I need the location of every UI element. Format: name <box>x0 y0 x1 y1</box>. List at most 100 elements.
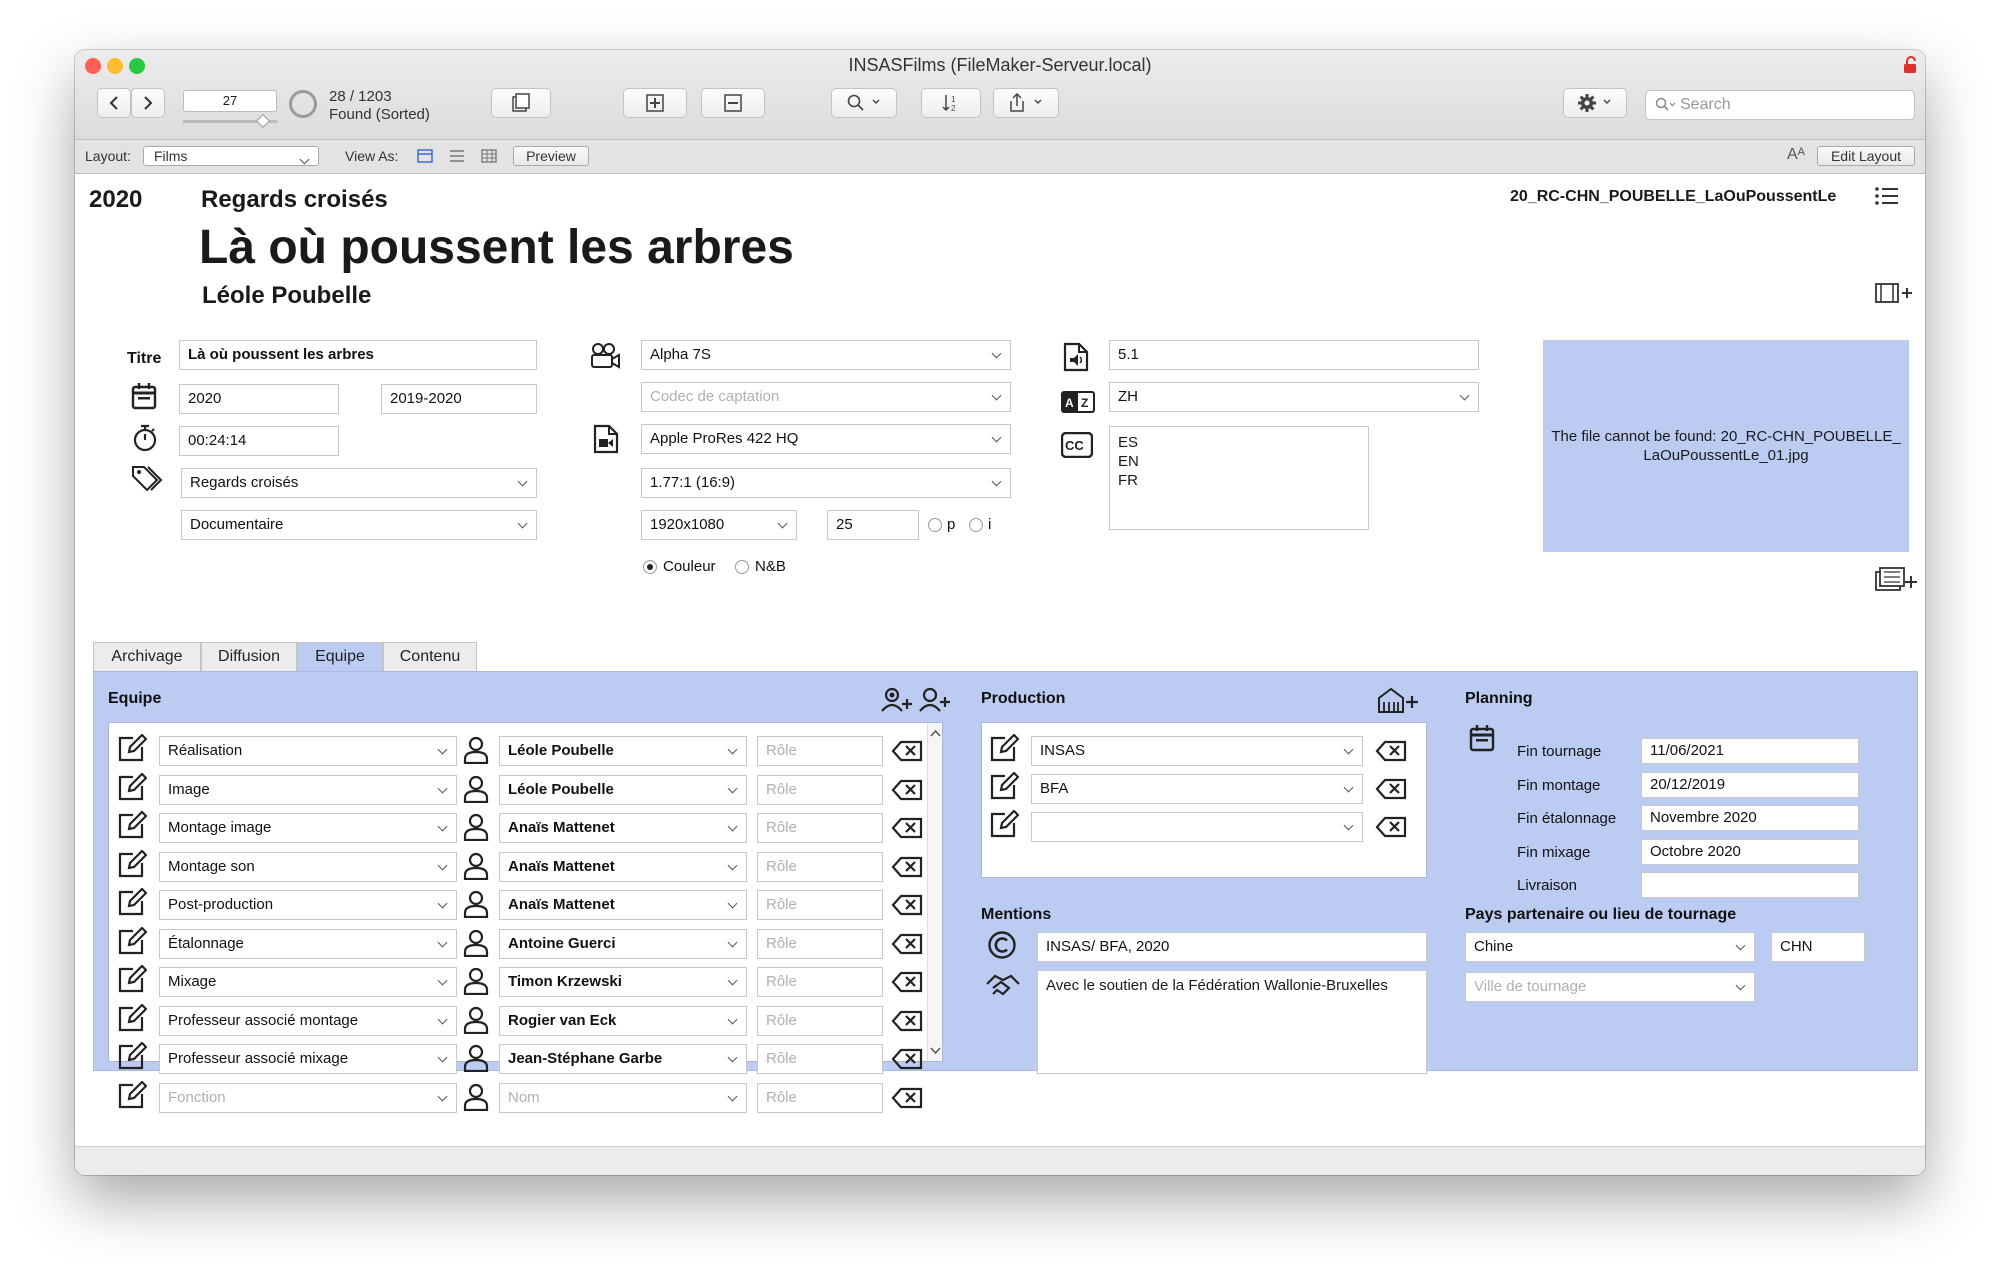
copyright-field[interactable]: INSAS/ BFA, 2020 <box>1037 932 1427 962</box>
role-field[interactable]: Rôle <box>757 929 883 959</box>
nom-select[interactable]: Rogier van Eck <box>499 1006 747 1036</box>
tab-equipe[interactable]: Equipe <box>297 642 383 672</box>
country-select[interactable]: Chine <box>1465 932 1755 962</box>
edit-layout-button[interactable]: Edit Layout <box>1817 146 1915 166</box>
planning-date-field[interactable] <box>1641 872 1859 898</box>
fonction-select[interactable]: Montage image <box>159 813 457 843</box>
delete-row-icon[interactable] <box>891 1087 923 1114</box>
nom-select[interactable]: Jean-Stéphane Garbe <box>499 1044 747 1074</box>
scan-progressive-radio[interactable] <box>928 518 942 532</box>
delete-row-icon[interactable] <box>891 740 923 767</box>
view-form-icon[interactable] <box>417 149 433 166</box>
nom-select[interactable]: Antoine Guerci <box>499 929 747 959</box>
nom-select[interactable]: Anaïs Mattenet <box>499 890 747 920</box>
role-field[interactable]: Rôle <box>757 813 883 843</box>
tab-contenu[interactable]: Contenu <box>383 642 477 672</box>
scroll-down-icon[interactable] <box>928 1043 943 1057</box>
codec-select[interactable]: Apple ProRes 422 HQ <box>641 424 1011 454</box>
color-radio[interactable] <box>643 560 657 574</box>
production-company-select[interactable]: BFA <box>1031 774 1363 804</box>
delete-row-icon[interactable] <box>891 1048 923 1075</box>
nom-select[interactable]: Léole Poubelle <box>499 736 747 766</box>
layout-select[interactable]: Films <box>143 146 319 166</box>
role-field[interactable]: Rôle <box>757 890 883 920</box>
production-company-select[interactable] <box>1031 812 1363 842</box>
lock-icon[interactable] <box>1903 56 1919 74</box>
edit-icon[interactable] <box>117 964 148 998</box>
delete-row-icon[interactable] <box>891 779 923 806</box>
poster-container[interactable]: The file cannot be found: 20_RC-CHN_POUB… <box>1543 340 1909 552</box>
next-record-button[interactable] <box>131 88 165 118</box>
share-button[interactable] <box>993 88 1059 118</box>
edit-icon[interactable] <box>117 1041 148 1075</box>
new-record-button[interactable] <box>623 88 687 118</box>
language-select[interactable]: ZH <box>1109 382 1479 412</box>
list-menu-icon[interactable] <box>1875 186 1899 211</box>
fps-field[interactable]: 25 <box>827 510 919 540</box>
shooting-city-select[interactable]: Ville de tournage <box>1465 972 1755 1002</box>
ratio-select[interactable]: 1.77:1 (16:9) <box>641 468 1011 498</box>
role-field[interactable]: Rôle <box>757 1006 883 1036</box>
delete-row-icon[interactable] <box>891 856 923 883</box>
titre-field[interactable]: Là où poussent les arbres <box>179 340 537 370</box>
view-table-icon[interactable] <box>481 149 497 166</box>
search-input[interactable]: Search <box>1645 90 1915 120</box>
scan-interlaced-radio[interactable] <box>969 518 983 532</box>
fonction-select[interactable]: Fonction <box>159 1083 457 1113</box>
fonction-select[interactable]: Mixage <box>159 967 457 997</box>
delete-row-icon[interactable] <box>1375 816 1407 843</box>
fonction-select[interactable]: Réalisation <box>159 736 457 766</box>
delete-row-icon[interactable] <box>891 1010 923 1037</box>
edit-icon[interactable] <box>117 810 148 844</box>
edit-icon[interactable] <box>117 1080 148 1114</box>
tab-diffusion[interactable]: Diffusion <box>201 642 297 672</box>
edit-icon[interactable] <box>989 809 1020 843</box>
find-button[interactable] <box>831 88 897 118</box>
fonction-select[interactable]: Professeur associé montage <box>159 1006 457 1036</box>
subtitles-list[interactable]: ES EN FR <box>1109 426 1369 530</box>
genre-select[interactable]: Documentaire <box>181 510 537 540</box>
fonction-select[interactable]: Image <box>159 775 457 805</box>
year-field[interactable]: 2020 <box>179 384 339 414</box>
record-number-field[interactable]: 27 <box>183 90 277 112</box>
delete-row-icon[interactable] <box>891 933 923 960</box>
production-company-select[interactable]: INSAS <box>1031 736 1363 766</box>
add-crew-member-icon[interactable] <box>919 687 951 718</box>
role-field[interactable]: Rôle <box>757 852 883 882</box>
support-textarea[interactable]: Avec le soutien de la Fédération Walloni… <box>1037 970 1427 1074</box>
audio-field[interactable]: 5.1 <box>1109 340 1479 370</box>
add-production-company-icon[interactable] <box>1377 686 1421 719</box>
fonction-select[interactable]: Étalonnage <box>159 929 457 959</box>
text-size-icon[interactable]: Aᴬ <box>1787 146 1805 164</box>
edit-icon[interactable] <box>989 733 1020 767</box>
delete-row-icon[interactable] <box>1375 740 1407 767</box>
nom-select[interactable]: Timon Krzewski <box>499 967 747 997</box>
edit-icon[interactable] <box>117 772 148 806</box>
equipe-scrollbar[interactable] <box>927 723 942 1061</box>
bw-radio[interactable] <box>735 560 749 574</box>
country-code-field[interactable]: CHN <box>1771 932 1865 962</box>
planning-date-field[interactable]: Novembre 2020 <box>1641 805 1859 831</box>
edit-icon[interactable] <box>989 771 1020 805</box>
edit-icon[interactable] <box>117 1003 148 1037</box>
delete-record-button[interactable] <box>701 88 765 118</box>
edit-icon[interactable] <box>117 849 148 883</box>
add-media-icon[interactable] <box>1875 566 1919 601</box>
add-film-strip-icon[interactable] <box>1875 282 1915 309</box>
role-field[interactable]: Rôle <box>757 736 883 766</box>
planning-date-field[interactable]: Octobre 2020 <box>1641 839 1859 865</box>
fonction-select[interactable]: Professeur associé mixage <box>159 1044 457 1074</box>
role-field[interactable]: Rôle <box>757 1044 883 1074</box>
nom-select[interactable]: Anaïs Mattenet <box>499 813 747 843</box>
edit-icon[interactable] <box>117 926 148 960</box>
edit-icon[interactable] <box>117 887 148 921</box>
nom-select[interactable]: Anaïs Mattenet <box>499 852 747 882</box>
view-list-icon[interactable] <box>449 149 465 166</box>
delete-row-icon[interactable] <box>891 894 923 921</box>
season-field[interactable]: 2019-2020 <box>381 384 537 414</box>
record-slider-thumb[interactable] <box>255 113 271 129</box>
duration-field[interactable]: 00:24:14 <box>179 426 339 456</box>
camera-select[interactable]: Alpha 7S <box>641 340 1011 370</box>
role-field[interactable]: Rôle <box>757 775 883 805</box>
sort-button[interactable]: 12 <box>921 88 981 118</box>
